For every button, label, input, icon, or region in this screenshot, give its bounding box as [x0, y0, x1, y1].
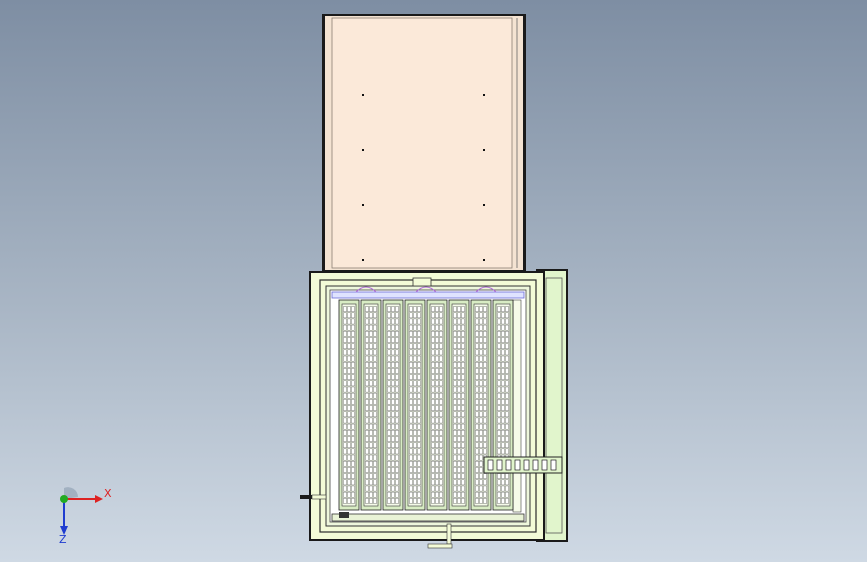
side-bracket — [483, 456, 563, 474]
tray-column — [404, 299, 426, 511]
axis-triad: X Z — [59, 487, 112, 546]
tray-column — [338, 299, 360, 511]
cad-viewport[interactable]: X Z — [0, 0, 867, 562]
tray-column — [382, 299, 404, 511]
cad-drawing: X Z — [59, 14, 568, 549]
x-axis-label: X — [104, 487, 112, 500]
tray-column — [448, 299, 470, 511]
tray-column — [492, 299, 514, 511]
tray-column — [470, 299, 492, 511]
tray-column — [360, 299, 382, 511]
z-axis-label: Z — [59, 533, 67, 546]
open-lid[interactable] — [322, 14, 526, 272]
tray-column — [426, 299, 448, 511]
